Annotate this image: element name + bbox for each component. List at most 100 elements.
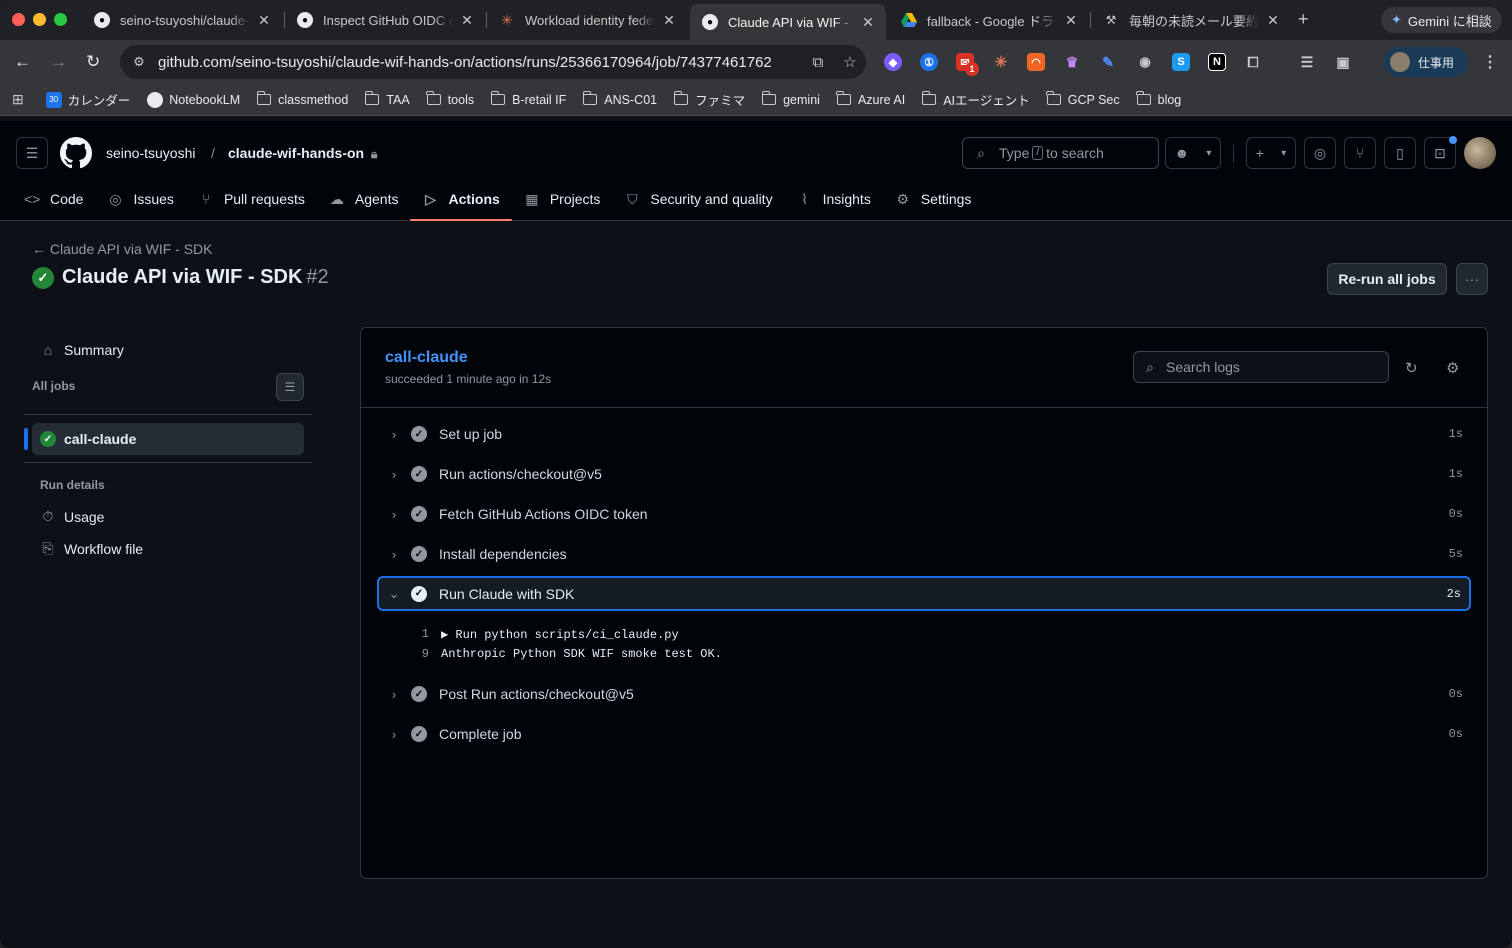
- browser-tab[interactable]: ✳ Workload identity feder ✕: [487, 6, 687, 34]
- zoom-window-button[interactable]: [54, 13, 67, 26]
- tab-projects[interactable]: ▦ Projects: [512, 177, 613, 221]
- notion-icon[interactable]: N: [1208, 53, 1226, 71]
- gear-icon[interactable]: ⚙: [1446, 359, 1459, 377]
- site-settings-icon[interactable]: ⚙: [120, 54, 158, 70]
- step-row[interactable]: › ✓ Fetch GitHub Actions OIDC token 0s: [377, 496, 1471, 532]
- tab-agents[interactable]: ☁ Agents: [317, 177, 411, 221]
- github-logo-icon[interactable]: [60, 137, 92, 169]
- password-manager-icon[interactable]: ①: [920, 53, 938, 71]
- refresh-icon[interactable]: ↻: [1405, 359, 1418, 377]
- claude-icon[interactable]: ✳: [992, 53, 1010, 71]
- apps-grid-icon[interactable]: ⊞: [12, 91, 24, 108]
- avatar[interactable]: [1464, 137, 1496, 169]
- bookmark-folder[interactable]: AIエージェント: [921, 90, 1030, 109]
- bookmark-star-icon[interactable]: ☆: [834, 53, 866, 71]
- step-row[interactable]: › ✓ Post Run actions/checkout@v5 0s: [377, 676, 1471, 712]
- close-tab-icon[interactable]: ✕: [1063, 12, 1079, 29]
- bookmark-folder[interactable]: B-retail IF: [490, 91, 566, 107]
- more-options-button[interactable]: ···: [1456, 263, 1488, 295]
- issues-button[interactable]: ◎: [1304, 137, 1336, 169]
- log-line[interactable]: 1 ▶ Run python scripts/ci_claude.py: [409, 627, 679, 642]
- sidebar-item-usage[interactable]: ⏱ Usage: [40, 508, 105, 525]
- bookmark-folder[interactable]: blog: [1136, 91, 1181, 107]
- back-arrow-icon[interactable]: ←: [14, 52, 31, 72]
- bookmark-folder[interactable]: tools: [426, 91, 474, 107]
- step-row-expanded[interactable]: ⌄ ✓ Run Claude with SDK 2s: [377, 576, 1471, 611]
- repo-nav: <> Code ◎ Issues ⑂ Pull requests ☁ Agents ▷ A…: [0, 177, 983, 221]
- bookmark-folder[interactable]: TAA: [364, 91, 410, 107]
- s-extension-icon[interactable]: S: [1172, 53, 1190, 71]
- check-circle-icon: ✓: [411, 686, 427, 702]
- browser-tab-active[interactable]: ● Claude API via WIF - SI ✕: [690, 4, 886, 40]
- tab-title: Workload identity feder: [525, 12, 655, 28]
- bookmark-folder[interactable]: classmethod: [256, 91, 349, 107]
- sidebar-item-summary[interactable]: ⌂ Summary: [40, 342, 124, 358]
- step-row[interactable]: › ✓ Complete job 0s: [377, 716, 1471, 752]
- tab-issues[interactable]: ◎ Issues: [95, 177, 185, 221]
- tab-actions[interactable]: ▷ Actions: [410, 177, 513, 221]
- step-name: Post Run actions/checkout@v5: [439, 686, 634, 702]
- bookmark-folder[interactable]: Azure AI: [836, 91, 905, 107]
- pen-extension-icon[interactable]: ✎: [1099, 53, 1117, 71]
- forward-arrow-icon[interactable]: →: [50, 52, 67, 72]
- pull-requests-button[interactable]: ⑂: [1344, 137, 1376, 169]
- sidebar-item-call-claude[interactable]: ✓ call-claude: [24, 423, 304, 455]
- repo-link[interactable]: claude-wif-hands-on 🔒︎: [228, 145, 377, 162]
- step-row[interactable]: › ✓ Run actions/checkout@v5 1s: [377, 456, 1471, 492]
- bookmark-label: カレンダー: [67, 94, 131, 108]
- rss-icon[interactable]: ◠: [1027, 53, 1045, 71]
- bookmark-item[interactable]: NotebookLM: [147, 91, 240, 108]
- browser-tab[interactable]: ● seino-tsuyoshi/claude- ✕: [82, 6, 282, 34]
- bookmark-item[interactable]: 30 カレンダー: [45, 90, 131, 109]
- tab-code[interactable]: <> Code: [12, 177, 95, 221]
- copilot-button[interactable]: ☻ ▾: [1165, 137, 1221, 169]
- tab-insights[interactable]: ⌇ Insights: [785, 177, 883, 221]
- new-tab-button[interactable]: +: [1298, 9, 1309, 30]
- bookmark-label: classmethod: [278, 92, 349, 107]
- tab-pull-requests[interactable]: ⑂ Pull requests: [186, 177, 317, 221]
- rerun-all-jobs-button[interactable]: Re-run all jobs: [1327, 263, 1447, 295]
- search-input[interactable]: ⌕ Type / to search: [962, 137, 1159, 169]
- minimize-window-button[interactable]: [33, 13, 46, 26]
- close-tab-icon[interactable]: ✕: [256, 12, 272, 29]
- sidebar-item-workflow-file[interactable]: ⎘ Workflow file: [40, 540, 143, 557]
- browser-tab[interactable]: ⚒ 毎朝の未読メール要約通知 ✕: [1091, 6, 1291, 34]
- job-name-link[interactable]: call-claude: [385, 349, 468, 367]
- extension-icon[interactable]: ◆: [884, 53, 902, 71]
- close-tab-icon[interactable]: ✕: [860, 14, 876, 31]
- install-app-icon[interactable]: ⧉: [802, 54, 834, 71]
- side-panel-icon[interactable]: ▣: [1334, 53, 1352, 71]
- reload-icon[interactable]: ↻: [86, 52, 100, 72]
- owner-link[interactable]: seino-tsuyoshi: [106, 145, 196, 161]
- step-row[interactable]: › ✓ Set up job 1s: [377, 416, 1471, 452]
- crown-extension-icon[interactable]: ♛: [1063, 53, 1081, 71]
- close-tab-icon[interactable]: ✕: [459, 12, 475, 29]
- hamburger-menu-icon[interactable]: ☰: [16, 137, 48, 169]
- bookmark-folder[interactable]: ANS-C01: [582, 91, 657, 107]
- reading-list-icon[interactable]: ☰: [1298, 53, 1316, 71]
- repositories-button[interactable]: ▯: [1384, 137, 1416, 169]
- gemini-button[interactable]: ✦ Gemini に相談: [1381, 7, 1502, 33]
- bookmark-folder[interactable]: gemini: [761, 91, 820, 107]
- filter-button[interactable]: ☰: [276, 373, 304, 401]
- tab-title: seino-tsuyoshi/claude-: [120, 12, 250, 28]
- bookmark-folder[interactable]: ファミマ: [673, 90, 745, 109]
- tab-security[interactable]: ⛉ Security and quality: [612, 177, 784, 221]
- search-logs-input[interactable]: ⌕ Search logs: [1133, 351, 1389, 383]
- close-tab-icon[interactable]: ✕: [661, 12, 677, 29]
- more-menu-icon[interactable]: ⋮: [1481, 53, 1499, 71]
- close-tab-icon[interactable]: ✕: [1265, 12, 1281, 29]
- tab-settings[interactable]: ⚙ Settings: [883, 177, 984, 221]
- step-row[interactable]: › ✓ Install dependencies 5s: [377, 536, 1471, 572]
- gemini-label: Gemini に相談: [1407, 13, 1492, 29]
- back-to-workflow-link[interactable]: ← Claude API via WIF - SDK: [32, 241, 213, 257]
- bookmark-folder[interactable]: GCP Sec: [1046, 91, 1120, 107]
- address-bar[interactable]: ⚙ github.com/seino-tsuyoshi/claude-wif-h…: [120, 45, 866, 79]
- camera-icon[interactable]: ◉: [1136, 53, 1154, 71]
- browser-tab[interactable]: fallback - Google ドライ ✕: [889, 6, 1089, 34]
- browser-tab[interactable]: ● Inspect GitHub OIDC cl ✕: [285, 6, 485, 34]
- profile-chip[interactable]: 仕事用: [1384, 47, 1468, 77]
- close-window-button[interactable]: [12, 13, 25, 26]
- create-new-button[interactable]: + ▾: [1246, 137, 1296, 169]
- extensions-puzzle-icon[interactable]: ⧠: [1244, 53, 1262, 71]
